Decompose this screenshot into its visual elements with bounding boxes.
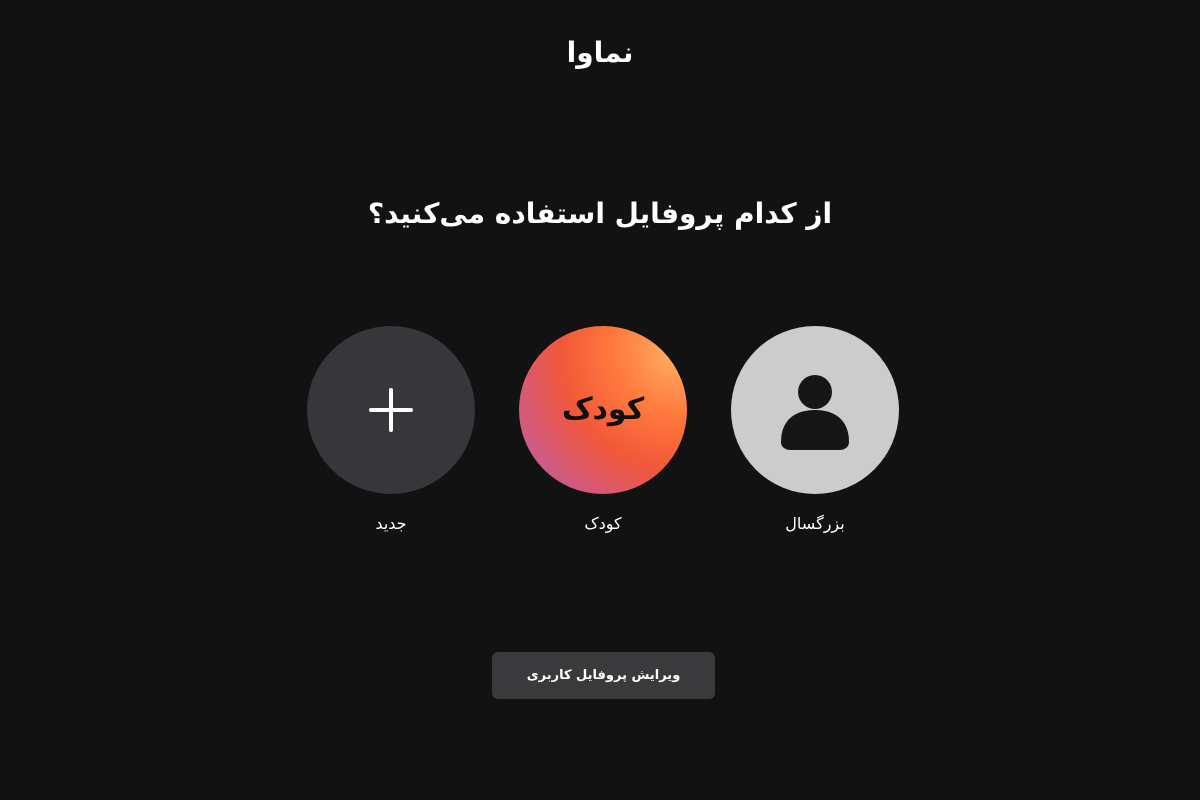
profile-new[interactable]: جدید bbox=[307, 326, 475, 534]
profile-label-new: جدید bbox=[375, 514, 407, 533]
brand-logo: نماوا bbox=[566, 36, 634, 69]
avatar-kid[interactable]: کودک bbox=[519, 326, 687, 494]
avatar-new[interactable] bbox=[307, 326, 475, 494]
avatar-kid-text: کودک bbox=[561, 392, 645, 427]
profile-label-kid: کودک bbox=[584, 514, 622, 533]
profile-list: جدید کودک کودک بزرگسال bbox=[0, 326, 1200, 546]
profile-adult[interactable]: بزرگسال bbox=[731, 326, 899, 534]
profile-selection-page: نماوا از کدام پروفایل استفاده می‌کنید؟ ج… bbox=[0, 0, 1200, 800]
avatar-adult[interactable] bbox=[731, 326, 899, 494]
edit-profile-button[interactable]: ویرایش پروفایل کاربری bbox=[492, 652, 715, 699]
profile-label-adult: بزرگسال bbox=[785, 514, 845, 533]
page-title: از کدام پروفایل استفاده می‌کنید؟ bbox=[367, 197, 833, 230]
profile-kid[interactable]: کودک کودک bbox=[519, 326, 687, 534]
plus-icon bbox=[369, 388, 413, 432]
user-icon bbox=[781, 375, 849, 450]
